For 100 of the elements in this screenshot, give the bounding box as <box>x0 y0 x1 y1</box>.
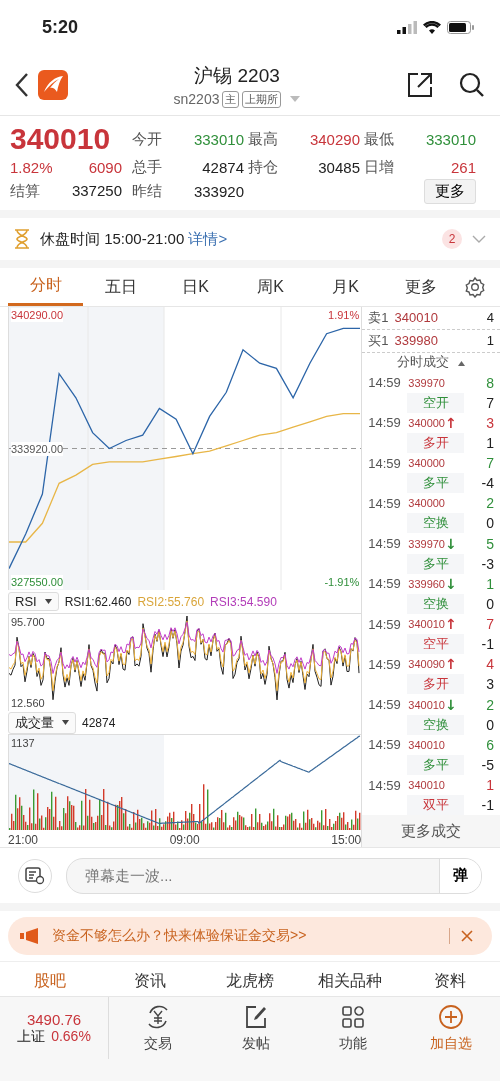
position-change: -1 <box>480 797 494 814</box>
danmaku-settings-button[interactable] <box>18 858 52 893</box>
back-icon[interactable] <box>14 72 30 98</box>
axis-label: 327550.00 <box>11 575 63 589</box>
order-quantity: 1 <box>486 333 494 349</box>
nav-button[interactable]: 交易 <box>109 997 207 1059</box>
app-logo-icon <box>38 70 68 100</box>
index-name: 上证 <box>17 1027 46 1046</box>
order-quantity: 4 <box>486 310 494 326</box>
stat-value: 30485 <box>317 159 360 176</box>
chart-tab[interactable]: 更多 <box>383 268 458 306</box>
stat-value: 42874 <box>201 159 244 176</box>
axis-label: 333920.00 <box>11 441 63 456</box>
time-label: 15:00 <box>331 833 362 847</box>
trade-time: 14:59 <box>368 455 402 471</box>
trade-price: 339970 <box>408 537 445 550</box>
trade-type: 多平 <box>407 473 464 494</box>
nav-button[interactable]: 发帖 <box>206 997 305 1059</box>
section-tab[interactable]: 相关品种 <box>300 970 400 996</box>
indicator-dropdown[interactable]: RSI <box>8 592 59 611</box>
trade-time: 14:59 <box>368 737 402 753</box>
stat-value: 340290 <box>308 130 360 148</box>
trade-price: 340000 <box>408 457 445 469</box>
axis-label: -1.91% <box>324 576 360 588</box>
position-change: 7 <box>485 394 494 411</box>
axis-label: 95.700 <box>11 616 45 628</box>
section-tab[interactable]: 资料 <box>400 970 500 996</box>
trade-price: 340010 <box>408 779 445 791</box>
position-change: 0 <box>485 716 494 733</box>
battery-icon <box>447 21 474 34</box>
share-icon[interactable] <box>406 71 434 99</box>
trade-price: 340010 <box>408 738 445 751</box>
trade-volume: 2 <box>486 495 494 512</box>
stat-label: 昨结 <box>131 182 163 201</box>
plus-circle-icon <box>437 1003 466 1031</box>
stat-label: 日增 <box>363 158 395 177</box>
trend-arrow: ↓ <box>445 696 457 713</box>
more-trades-button[interactable]: 更多成交 <box>362 815 500 847</box>
stat-label: 持仓 <box>247 158 279 177</box>
nav-button[interactable]: 功能 <box>304 997 403 1059</box>
more-button[interactable]: 更多 <box>424 179 476 204</box>
price-change: 6090 <box>88 159 122 176</box>
stat-label: 最低 <box>363 129 395 149</box>
indicator-dropdown[interactable]: 成交量 <box>8 711 76 734</box>
time-label: 21:00 <box>8 833 39 847</box>
trade-time: 14:59 <box>368 656 402 672</box>
trade-time: 14:59 <box>368 495 402 511</box>
trade-time: 14:59 <box>368 576 402 592</box>
trade-price: 339960 <box>408 577 445 590</box>
trade-volume: 5 <box>486 535 494 552</box>
caret-icon <box>62 720 69 725</box>
stat-value: 333920 <box>192 183 244 200</box>
wifi-icon <box>423 21 441 34</box>
trade-price: 340090 <box>408 658 445 671</box>
trade-price: 340000 <box>408 416 445 429</box>
page-title: 沪锡 2203 <box>194 63 280 88</box>
search-icon[interactable] <box>458 71 486 99</box>
volume-value: 42874 <box>82 715 116 730</box>
chart-tab[interactable]: 月K <box>308 268 383 306</box>
order-price: 339980 <box>394 333 438 349</box>
section-tab[interactable]: 龙虎榜 <box>200 970 300 996</box>
position-change: 3 <box>485 676 494 693</box>
chart-tab[interactable]: 五日 <box>83 268 158 306</box>
stat-value: 333010 <box>192 130 244 148</box>
caret-icon <box>44 599 52 604</box>
index-value: 3490.76 <box>26 1010 82 1028</box>
danmaku-input-field[interactable]: 弹幕走一波... 弹 <box>66 857 482 894</box>
chart-tab[interactable]: 周K <box>233 268 308 306</box>
position-change: 0 <box>485 595 494 612</box>
section-tab[interactable]: 资讯 <box>100 970 200 996</box>
danmaku-toggle-button[interactable]: 弹 <box>439 858 481 893</box>
axis-label: 1137 <box>11 737 35 749</box>
trade-volume: 1 <box>486 575 494 592</box>
stat-value: 261 <box>449 159 476 176</box>
megaphone-icon <box>20 928 40 944</box>
trade-type: 空换 <box>407 714 464 735</box>
trade-type: 双平 <box>407 795 464 816</box>
trade-price: 340010 <box>408 618 445 630</box>
stat-label: 今开 <box>131 129 163 149</box>
trades-title: 分时成交 <box>396 353 449 369</box>
section-tab[interactable]: 股吧 <box>0 970 100 996</box>
chart-tab[interactable]: 日K <box>158 268 233 306</box>
trade-price: 340010 <box>408 698 445 711</box>
nav-button[interactable]: 加自选 <box>402 997 500 1059</box>
settings-icon[interactable] <box>464 276 486 298</box>
trade-time: 14:59 <box>368 375 402 390</box>
exchange-tag: 主 <box>222 90 240 108</box>
count-badge: 2 <box>442 229 462 249</box>
trade-volume: 8 <box>486 374 494 391</box>
collapse-caret-icon[interactable] <box>458 360 466 366</box>
trend-arrow: ↑ <box>445 656 457 673</box>
trade-price: 340000 <box>408 497 445 510</box>
contract-code: sn2203 <box>173 91 220 107</box>
position-change: -4 <box>480 475 494 492</box>
change-percent: 1.82% <box>10 159 53 176</box>
details-link[interactable]: 详情> <box>188 229 228 247</box>
trade-volume: 1 <box>486 777 494 793</box>
trade-time: 14:59 <box>368 777 402 793</box>
rsi-value: RSI2:55.760 <box>137 594 205 609</box>
rsi-value: RSI3:54.590 <box>210 594 277 609</box>
